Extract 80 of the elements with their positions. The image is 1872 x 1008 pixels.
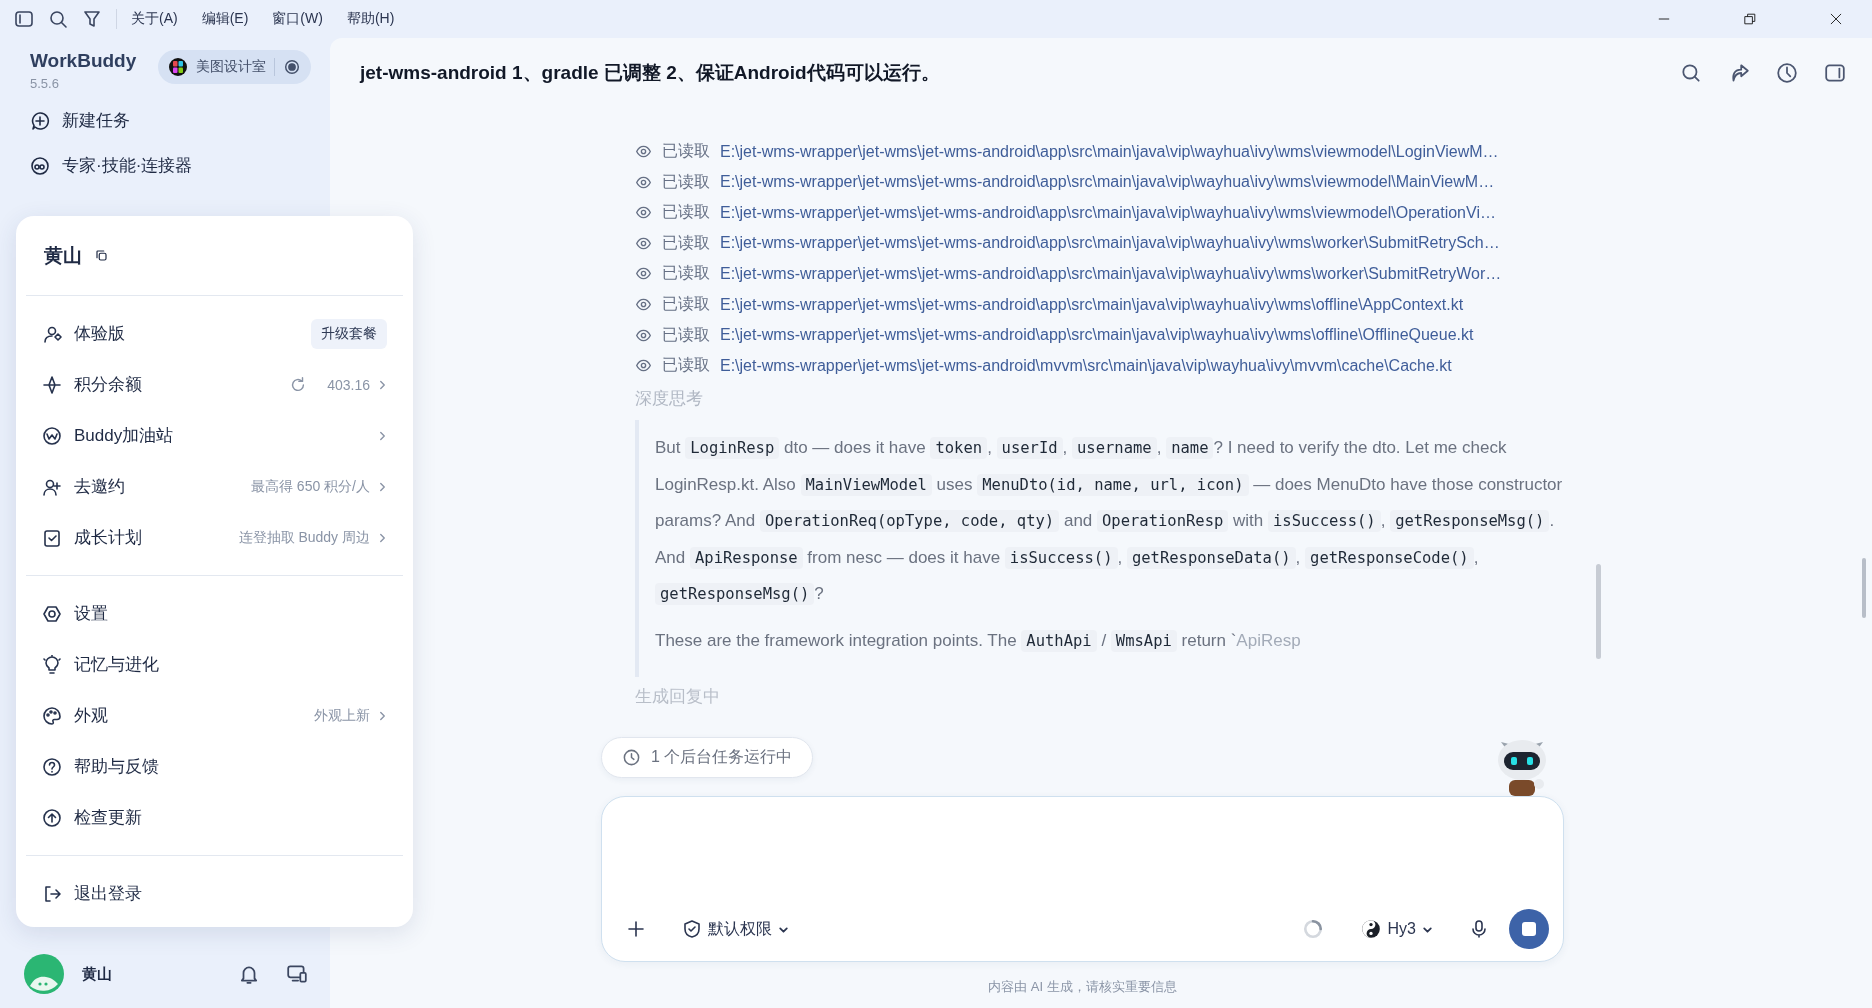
- panel-toggle-icon[interactable]: [1824, 62, 1846, 84]
- file-path-link[interactable]: E:\jet-wms-wrapper\jet-wms\jet-wms-android\app\src\main\java\vip\wayhua\ivy\wms\viewmodel\OperationVi…: [720, 203, 1496, 222]
- model-selector[interactable]: Hy3: [1359, 918, 1433, 940]
- devices-icon[interactable]: [286, 963, 308, 985]
- clock-icon[interactable]: [1776, 62, 1798, 84]
- menu-item[interactable]: 编辑(E): [201, 10, 249, 28]
- menu-item[interactable]: 体验版 升级套餐: [26, 308, 403, 359]
- menu-item[interactable]: 检查更新: [26, 792, 403, 843]
- menu-item[interactable]: 窗口(W): [272, 10, 323, 28]
- read-status: 已读取: [662, 171, 710, 192]
- help-icon: [42, 756, 62, 777]
- user-name: 黄山: [82, 964, 112, 984]
- palette-icon: [42, 705, 62, 726]
- settings-icon: [42, 603, 62, 624]
- menu-item[interactable]: 帮助(H): [346, 10, 395, 28]
- restore-icon[interactable]: [1742, 11, 1758, 27]
- close-icon[interactable]: [1828, 11, 1844, 27]
- read-status: 已读取: [662, 324, 710, 345]
- search-icon[interactable]: [1680, 62, 1702, 84]
- read-status: 已读取: [662, 294, 710, 314]
- nav-item[interactable]: 专家·技能·连接器: [30, 154, 330, 177]
- grid-logo-icon: [168, 57, 189, 77]
- record-icon: [283, 58, 302, 76]
- model-logo-icon: [1359, 918, 1382, 940]
- diamond-icon: [42, 374, 62, 395]
- thinking-paragraph: But LoginResp dto — does it have token , userId , username , name ? I need to verify the dto. Let me check LoginResp.kt. Also MainViewModel uses MenuDto(id, name, url, icon) — does MenuDto have those constructor params? And OperationReq(opType, code, qty) and OperationResp with isSuccess() , getResponseMsg() . And ApiResponse from nesc — does it have isSuccess() , getResponseData() , getResponseCode() , getResponseMsg() ?: [655, 436, 1564, 607]
- menu-item[interactable]: 去邀约 最高得 650 积分/人: [26, 461, 403, 512]
- file-path-link[interactable]: E:\jet-wms-wrapper\jet-wms\jet-wms-android\mvvm\src\main\java\vip\wayhua\ivy\mvvm\cache\Cache.kt: [720, 356, 1452, 375]
- generating-status: 生成回复中: [635, 686, 721, 708]
- disclaimer: 内容由 AI 生成，请核实重要信息: [987, 978, 1178, 996]
- file-path-link[interactable]: E:\jet-wms-wrapper\jet-wms\jet-wms-android\app\src\main\java\vip\wayhua\ivy\wms\worker\SubmitRetrySch…: [720, 234, 1500, 253]
- read-status: 已读取: [662, 263, 710, 284]
- file-path-link[interactable]: E:\jet-wms-wrapper\jet-wms\jet-wms-android\app\src\main\java\vip\wayhua\ivy\wms\viewmodel\MainViewM…: [720, 173, 1495, 192]
- read-status: 已读取: [662, 202, 710, 223]
- loading-spinner-icon: [1301, 918, 1324, 940]
- thinking-label: 深度思考: [635, 388, 704, 410]
- menu-item[interactable]: 帮助与反馈: [26, 741, 403, 792]
- stop-button[interactable]: [1509, 909, 1549, 949]
- upgrade-button[interactable]: 升级套餐: [311, 318, 387, 349]
- menu-item[interactable]: 关于(A): [131, 10, 178, 28]
- copy-icon[interactable]: [94, 248, 109, 263]
- add-chat-icon: [30, 110, 50, 131]
- shield-check-icon: [682, 919, 702, 939]
- logout-icon: [42, 883, 62, 904]
- conversation-title: jet-wms-android 1、gradle 已调整 2、保证Android代码可以运行。: [360, 61, 940, 85]
- read-status: 已读取: [662, 232, 710, 253]
- nav-item[interactable]: 新建任务: [30, 109, 330, 132]
- upload-icon: [42, 807, 62, 828]
- menu-item[interactable]: 外观 外观上新: [26, 690, 403, 741]
- background-tasks-button[interactable]: 1 个后台任务运行中: [601, 737, 814, 778]
- menu-item[interactable]: 退出登录: [26, 868, 403, 919]
- message-input[interactable]: 默认权限 Hy3: [601, 796, 1564, 962]
- menu-item[interactable]: 记忆与进化: [26, 639, 403, 690]
- lightbulb-icon: [42, 654, 62, 675]
- eye-icon: [635, 296, 652, 313]
- app-name: WorkBuddy: [30, 50, 137, 72]
- file-path-link[interactable]: E:\jet-wms-wrapper\jet-wms\jet-wms-android\app\src\main\java\vip\wayhua\ivy\wms\offline\OfflineQueue.kt: [720, 326, 1474, 345]
- thinking-paragraph: These are the framework integration points. The AuthApi / WmsApi return `ApiResp: [655, 628, 1302, 654]
- read-status: 已读取: [662, 141, 710, 162]
- menu-item[interactable]: 积分余额 403.16: [26, 359, 403, 410]
- file-path-link[interactable]: E:\jet-wms-wrapper\jet-wms\jet-wms-android\app\src\main\java\vip\wayhua\ivy\wms\worker\SubmitRetryWor…: [720, 264, 1502, 283]
- add-icon[interactable]: [626, 919, 646, 939]
- clock-icon: [622, 748, 641, 767]
- read-status: 已读取: [662, 355, 710, 376]
- workspace-switcher[interactable]: 美图设计室: [158, 50, 312, 84]
- calendar-check-icon: [42, 527, 62, 548]
- filter-icon[interactable]: [82, 9, 102, 29]
- file-path-link[interactable]: E:\jet-wms-wrapper\jet-wms\jet-wms-android\app\src\main\java\vip\wayhua\ivy\wms\viewmodel\LoginViewM…: [720, 142, 1499, 161]
- coin-icon: [42, 425, 62, 446]
- menu-item[interactable]: 成长计划 连登抽取 Buddy 周边: [26, 512, 403, 563]
- sidebar-toggle-icon[interactable]: [14, 9, 34, 29]
- menu-item[interactable]: Buddy加油站: [26, 410, 403, 461]
- permission-dropdown[interactable]: 默认权限: [682, 918, 789, 940]
- menu-item[interactable]: 设置: [26, 588, 403, 639]
- user-name: 黄山: [44, 243, 82, 268]
- app-version: 5.5.6: [30, 76, 60, 91]
- circles-icon: [30, 155, 50, 176]
- microphone-icon[interactable]: [1469, 919, 1489, 939]
- file-path-link[interactable]: E:\jet-wms-wrapper\jet-wms\jet-wms-android\app\src\main\java\vip\wayhua\ivy\wms\offline\AppContext.kt: [720, 295, 1464, 314]
- search-icon[interactable]: [48, 9, 68, 29]
